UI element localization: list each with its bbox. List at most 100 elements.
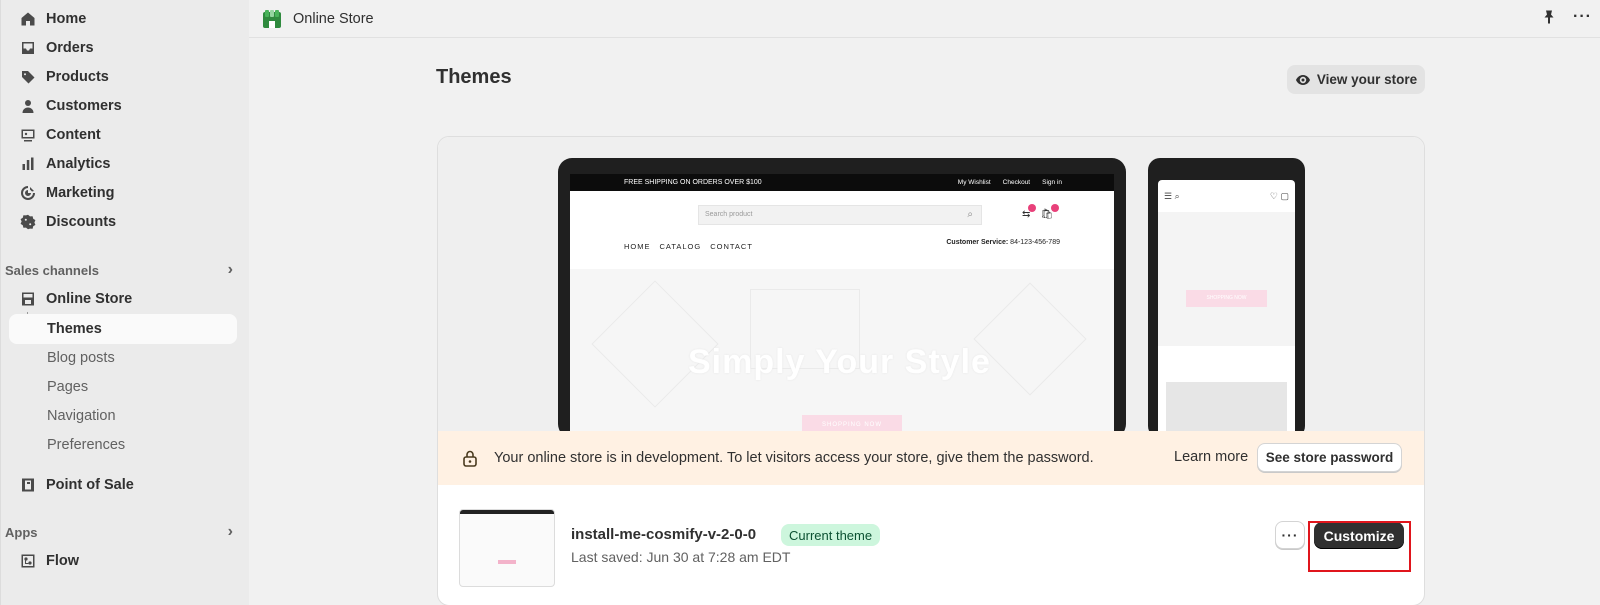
- mobile-preview-header: ☰ ⌕ ♡ ▢: [1158, 180, 1295, 212]
- preview-top-link: Checkout: [1002, 179, 1031, 186]
- sidebar-item-label: Flow: [46, 553, 80, 569]
- cart-icon: 🛍: [1040, 204, 1060, 220]
- online-store-logo-icon: [263, 9, 281, 28]
- sidebar-item-discounts[interactable]: Discounts: [9, 207, 237, 237]
- apps-label: Apps: [5, 524, 38, 540]
- bar-chart-icon: [20, 156, 36, 172]
- tag-icon: [20, 69, 36, 85]
- view-store-label: View your store: [1316, 72, 1418, 87]
- sidebar-item-label: Products: [46, 69, 109, 85]
- more-actions-icon[interactable]: ···: [1573, 8, 1592, 26]
- see-store-password-button[interactable]: See store password: [1257, 443, 1402, 472]
- menu-icon: ☰ ⌕: [1164, 190, 1180, 201]
- preview-hero-text: Simply Your Style: [688, 343, 991, 381]
- compare-icon: ⇆: [1022, 204, 1037, 220]
- sidebar-item-label: Orders: [46, 40, 94, 56]
- sidebar-item-content[interactable]: Content: [9, 120, 237, 150]
- preview-hero-button: SHOPPING NOW: [802, 415, 902, 431]
- preview-service-label: Customer Service:: [946, 239, 1009, 246]
- lock-icon: [463, 450, 477, 467]
- sidebar-item-products[interactable]: Products: [9, 62, 237, 92]
- topbar-title: Online Store: [293, 10, 374, 27]
- sidebar-item-label: Point of Sale: [46, 477, 134, 493]
- sidebar-item-label: Blog posts: [47, 350, 115, 366]
- sidebar-item-label: Navigation: [47, 408, 116, 424]
- sidebar-item-customers[interactable]: Customers: [9, 91, 237, 121]
- sidebar-item-marketing[interactable]: Marketing: [9, 178, 237, 208]
- sidebar-item-pages[interactable]: Pages: [9, 372, 237, 402]
- sidebar-item-label: Home: [46, 11, 87, 27]
- sidebar-item-orders[interactable]: Orders: [9, 33, 237, 63]
- theme-name: install-me-cosmify-v-2-0-0: [571, 526, 757, 543]
- theme-more-actions-button[interactable]: ···: [1275, 521, 1305, 549]
- mobile-preview-block: [1166, 382, 1287, 431]
- preview-header-icons: ⇆ 🛍: [1022, 204, 1060, 220]
- preview-customer-service: Customer Service: 84-123-456-789: [946, 239, 1060, 246]
- pin-icon[interactable]: [1541, 9, 1557, 25]
- sidebar-item-online-store[interactable]: Online Store: [9, 284, 237, 314]
- preview-top-link: Sign in: [1042, 179, 1062, 186]
- wishlist-cart-icon: ♡ ▢: [1269, 190, 1289, 201]
- sidebar-item-label: Preferences: [47, 437, 126, 453]
- orders-icon: [20, 40, 36, 56]
- topbar: Online Store ···: [249, 0, 1600, 38]
- sidebar-item-point-of-sale[interactable]: Point of Sale: [9, 470, 237, 500]
- mobile-preview-screen: ☰ ⌕ ♡ ▢ SHOPPING NOW: [1158, 180, 1295, 431]
- preview-nav-item: HOME: [624, 242, 651, 251]
- sidebar-item-themes[interactable]: Themes: [9, 314, 237, 344]
- discount-icon: [20, 214, 36, 230]
- store-icon: [20, 291, 36, 307]
- customize-button[interactable]: Customize: [1314, 522, 1404, 549]
- preview-search-placeholder: Search product: [705, 211, 753, 218]
- sidebar-item-label: Discounts: [46, 214, 117, 230]
- sales-channels-label: Sales channels: [5, 262, 99, 278]
- preview-nav-item: CATALOG: [659, 242, 702, 251]
- sidebar-item-label: Themes: [47, 321, 102, 337]
- eye-icon: [1295, 74, 1310, 85]
- view-your-store-button[interactable]: View your store: [1287, 65, 1425, 94]
- sidebar-item-label: Customers: [46, 98, 122, 114]
- home-icon: [20, 11, 36, 27]
- topbar-actions: ···: [1541, 8, 1592, 26]
- preview-top-links: My Wishlist Checkout Sign in: [958, 179, 1062, 186]
- sidebar-item-label: Marketing: [46, 185, 115, 201]
- sales-channels-header[interactable]: Sales channels ›: [5, 260, 237, 280]
- sidebar-item-home[interactable]: Home: [9, 4, 237, 34]
- preview-nav: HOME CATALOG CONTACT: [624, 242, 753, 251]
- mobile-preview-hero-button: SHOPPING NOW: [1186, 290, 1267, 307]
- theme-card: FREE SHIPPING ON ORDERS OVER $100 My Wis…: [437, 136, 1425, 605]
- sidebar-item-preferences[interactable]: Preferences: [9, 430, 237, 460]
- thumbnail-button: [498, 560, 516, 564]
- preview-hero: Simply Your Style SHOPPING NOW: [570, 269, 1114, 431]
- sidebar-item-navigation[interactable]: Navigation: [9, 401, 237, 431]
- mobile-preview-frame: ☰ ⌕ ♡ ▢ SHOPPING NOW: [1148, 158, 1305, 431]
- development-banner: Your online store is in development. To …: [438, 431, 1424, 485]
- sidebar-item-blog-posts[interactable]: Blog posts: [9, 343, 237, 373]
- thumbnail-topbar: [460, 510, 554, 514]
- target-icon: [20, 185, 36, 201]
- chevron-right-icon: ›: [227, 261, 233, 278]
- sidebar-item-flow[interactable]: Flow: [9, 546, 237, 576]
- page-title: Themes: [436, 66, 512, 88]
- preview-top-link: My Wishlist: [957, 179, 991, 186]
- sidebar-item-label: Content: [46, 127, 101, 143]
- person-icon: [20, 98, 36, 114]
- preview-header: Search product ⌕ ⇆ 🛍 HOME CATALOG CONTAC…: [570, 191, 1114, 269]
- desktop-preview-screen: FREE SHIPPING ON ORDERS OVER $100 My Wis…: [570, 174, 1114, 431]
- sidebar-item-label: Pages: [47, 379, 89, 395]
- preview-search-field: Search product ⌕: [698, 205, 982, 225]
- content-icon: [20, 127, 36, 143]
- sidebar-item-analytics[interactable]: Analytics: [9, 149, 237, 179]
- theme-thumbnail[interactable]: [459, 509, 555, 587]
- preview-shipping-strip: FREE SHIPPING ON ORDERS OVER $100 My Wis…: [570, 174, 1114, 191]
- pos-icon: [20, 477, 36, 493]
- learn-more-link[interactable]: Learn more: [1174, 449, 1248, 465]
- apps-header[interactable]: Apps ›: [5, 522, 237, 542]
- chevron-right-icon: ›: [227, 523, 233, 540]
- sidebar-item-label: Online Store: [46, 291, 133, 307]
- desktop-preview-frame: FREE SHIPPING ON ORDERS OVER $100 My Wis…: [558, 158, 1126, 431]
- theme-preview[interactable]: FREE SHIPPING ON ORDERS OVER $100 My Wis…: [438, 137, 1424, 431]
- current-theme-badge: Current theme: [781, 524, 881, 546]
- banner-message: Your online store is in development. To …: [494, 450, 1094, 466]
- preview-shipping-text: FREE SHIPPING ON ORDERS OVER $100: [624, 179, 762, 186]
